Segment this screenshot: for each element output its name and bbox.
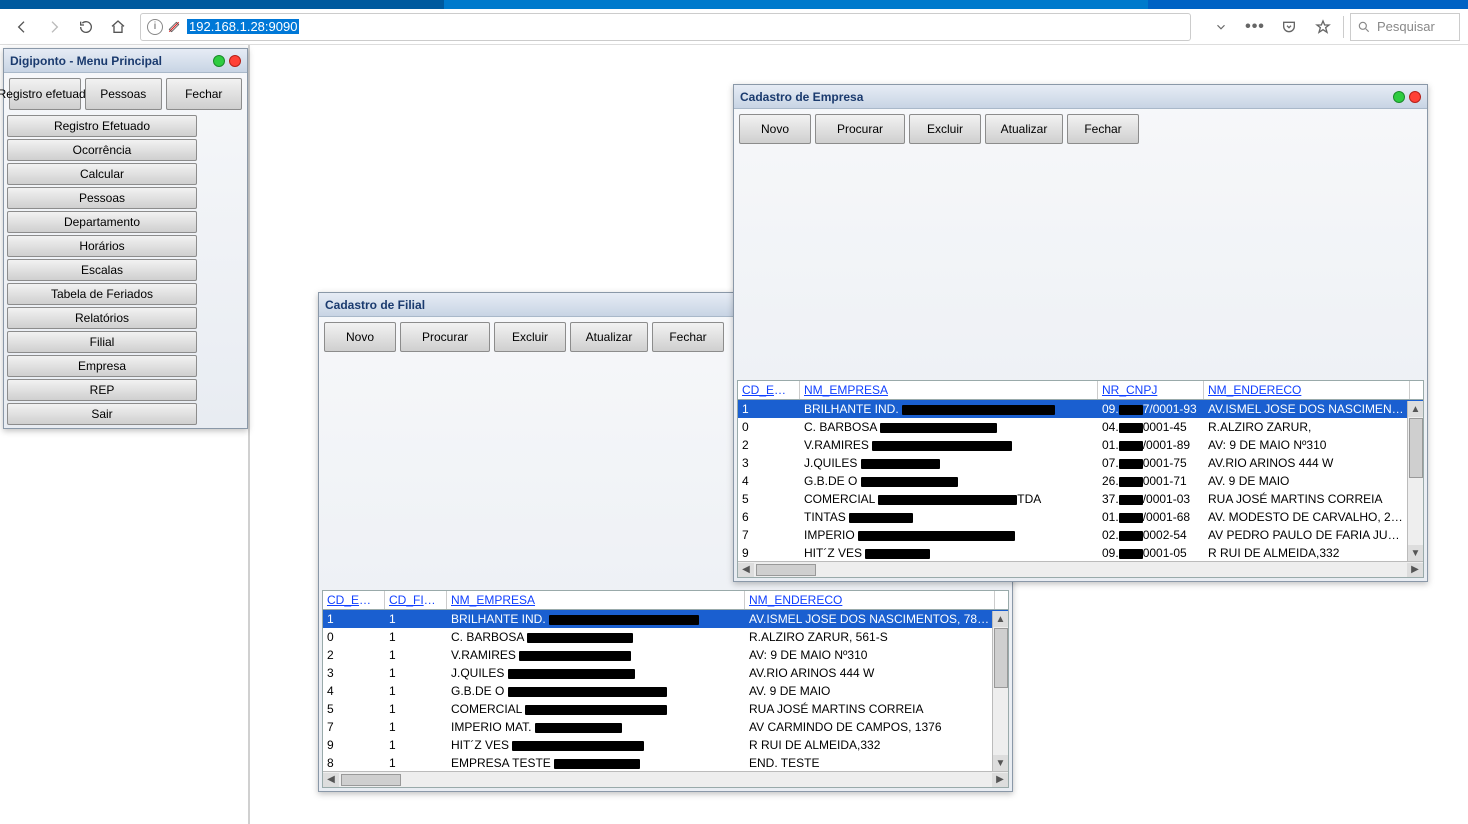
table-body: 1BRILHANTE IND. 09.7/0001-93AV.ISMEL JOS… (738, 400, 1423, 562)
table-row[interactable]: 51COMERCIAL RUA JOSÉ MARTINS CORREIA (323, 700, 1008, 718)
button-fechar[interactable]: Fechar (652, 322, 724, 352)
empresa-toolbar: Novo Procurar Excluir Atualizar Fechar (734, 109, 1427, 149)
window-empresa: Cadastro de Empresa Novo Procurar Exclui… (733, 84, 1428, 582)
table-row[interactable]: 0C. BARBOSA 04.0001-45R.ALZIRO ZARUR, (738, 418, 1423, 436)
button-fechar[interactable]: Fechar (1067, 114, 1139, 144)
browser-toolbar: i 192.168.1.28:9090 ••• Pesquisar (0, 9, 1468, 45)
filial-table[interactable]: CD_EMPRESA CD_FILIAL NM_EMPRESA NM_ENDER… (322, 590, 1009, 788)
col-nm-endereco[interactable]: NM_ENDERECO (745, 591, 995, 609)
table-row[interactable]: 01C. BARBOSA R.ALZIRO ZARUR, 561-S (323, 628, 1008, 646)
window-main-menu: Digiponto - Menu Principal Registro efet… (3, 48, 248, 429)
button-excluir[interactable]: Excluir (494, 322, 566, 352)
menu-tabela-feriados[interactable]: Tabela de Feriados (7, 283, 197, 305)
home-button[interactable] (104, 13, 132, 41)
table-row[interactable]: 1BRILHANTE IND. 09.7/0001-93AV.ISMEL JOS… (738, 400, 1423, 418)
button-excluir[interactable]: Excluir (909, 114, 981, 144)
scrollbar-v[interactable]: ▲▼ (992, 611, 1008, 771)
menu-empresa[interactable]: Empresa (7, 355, 197, 377)
minimize-icon[interactable] (1393, 91, 1405, 103)
col-nm-empresa[interactable]: NM_EMPRESA (447, 591, 745, 609)
button-procurar[interactable]: Procurar (815, 114, 905, 144)
minimize-icon[interactable] (213, 55, 225, 67)
more-icon[interactable]: ••• (1241, 13, 1269, 41)
table-row[interactable]: 2V.RAMIRES 01./0001-89AV: 9 DE MAIO Nº31… (738, 436, 1423, 454)
table-row[interactable]: 91HIT´Z VES R RUI DE ALMEIDA,332 (323, 736, 1008, 754)
tab-registro[interactable]: Registro efetuado (9, 78, 81, 110)
search-box[interactable]: Pesquisar (1350, 13, 1460, 41)
star-icon[interactable] (1309, 13, 1337, 41)
col-nm-empresa[interactable]: NM_EMPRESA (800, 381, 1098, 399)
close-icon[interactable] (1409, 91, 1421, 103)
close-icon[interactable] (229, 55, 241, 67)
search-placeholder: Pesquisar (1377, 19, 1435, 34)
toolbar-right: ••• Pesquisar (1207, 13, 1460, 41)
info-icon: i (147, 19, 163, 35)
tab-pessoas[interactable]: Pessoas (85, 78, 162, 110)
url-text: 192.168.1.28:9090 (187, 19, 299, 34)
empresa-table[interactable]: CD_EMPRESA NM_EMPRESA NR_CNPJ NM_ENDEREC… (737, 380, 1424, 578)
browser-accent (0, 0, 1468, 9)
button-atualizar[interactable]: Atualizar (985, 114, 1063, 144)
tab-fechar[interactable]: Fechar (166, 78, 243, 110)
table-row[interactable]: 71IMPERIO MAT. AV CARMINDO DE CAMPOS, 13… (323, 718, 1008, 736)
title-text: Cadastro de Filial (325, 298, 425, 312)
menu-departamento[interactable]: Departamento (7, 211, 197, 233)
forward-button[interactable] (40, 13, 68, 41)
table-header: CD_EMPRESA NM_EMPRESA NR_CNPJ NM_ENDEREC… (738, 381, 1423, 400)
col-cd-empresa[interactable]: CD_EMPRESA (323, 591, 385, 609)
menu-rep[interactable]: REP (7, 379, 197, 401)
button-novo[interactable]: Novo (739, 114, 811, 144)
content-area: Digiponto - Menu Principal Registro efet… (0, 45, 1468, 824)
col-nm-endereco[interactable]: NM_ENDERECO (1204, 381, 1410, 399)
table-row[interactable]: 3J.QUILES 07.0001-75AV.RIO ARINOS 444 W (738, 454, 1423, 472)
table-row[interactable]: 11BRILHANTE IND. AV.ISMEL JOSE DOS NASCI… (323, 610, 1008, 628)
pocket-icon[interactable] (1275, 13, 1303, 41)
menu-registro-efetuado[interactable]: Registro Efetuado (7, 115, 197, 137)
menu-pessoas[interactable]: Pessoas (7, 187, 197, 209)
title-text: Cadastro de Empresa (740, 90, 863, 104)
menu-horarios[interactable]: Horários (7, 235, 197, 257)
panel-divider (248, 45, 250, 824)
button-atualizar[interactable]: Atualizar (570, 322, 648, 352)
chevron-down-icon[interactable] (1207, 13, 1235, 41)
sidebar-menu: Registro Efetuado Ocorrência Calcular Pe… (4, 115, 247, 428)
window-title[interactable]: Cadastro de Empresa (734, 85, 1427, 109)
edit-block-icon (167, 20, 181, 34)
table-row[interactable]: 7IMPERIO 02.0002-54AV PEDRO PAULO DE FAR… (738, 526, 1423, 544)
table-row[interactable]: 41G.B.DE O AV. 9 DE MAIO (323, 682, 1008, 700)
table-row[interactable]: 4G.B.DE O 26.0001-71AV. 9 DE MAIO (738, 472, 1423, 490)
button-procurar[interactable]: Procurar (400, 322, 490, 352)
url-bar[interactable]: i 192.168.1.28:9090 (140, 13, 1191, 41)
back-button[interactable] (8, 13, 36, 41)
table-row[interactable]: 31J.QUILES AV.RIO ARINOS 444 W (323, 664, 1008, 682)
table-row[interactable]: 9HIT´Z VES 09.0001-05R RUI DE ALMEIDA,33… (738, 544, 1423, 562)
scrollbar-h[interactable]: ◀▶ (323, 771, 1008, 787)
col-cd-filial[interactable]: CD_FILIAL (385, 591, 447, 609)
main-tabs: Registro efetuado Pessoas Fechar (4, 73, 247, 115)
table-row[interactable]: 21V.RAMIRES AV: 9 DE MAIO Nº310 (323, 646, 1008, 664)
table-row[interactable]: 81EMPRESA TESTE END. TESTE (323, 754, 1008, 772)
col-nr-cnpj[interactable]: NR_CNPJ (1098, 381, 1204, 399)
table-row[interactable]: 6TINTAS 01./0001-68AV. MODESTO DE CARVAL… (738, 508, 1423, 526)
reload-button[interactable] (72, 13, 100, 41)
menu-escalas[interactable]: Escalas (7, 259, 197, 281)
title-text: Digiponto - Menu Principal (10, 54, 162, 68)
menu-relatorios[interactable]: Relatórios (7, 307, 197, 329)
menu-sair[interactable]: Sair (7, 403, 197, 425)
button-novo[interactable]: Novo (324, 322, 396, 352)
col-cd-empresa[interactable]: CD_EMPRESA (738, 381, 800, 399)
scrollbar-h[interactable]: ◀▶ (738, 561, 1423, 577)
menu-filial[interactable]: Filial (7, 331, 197, 353)
table-header: CD_EMPRESA CD_FILIAL NM_EMPRESA NM_ENDER… (323, 591, 1008, 610)
table-row[interactable]: 5COMERCIAL TDA37./0001-03RUA JOSÉ MARTIN… (738, 490, 1423, 508)
menu-ocorrencia[interactable]: Ocorrência (7, 139, 197, 161)
table-body: 11BRILHANTE IND. AV.ISMEL JOSE DOS NASCI… (323, 610, 1008, 772)
scrollbar-v[interactable]: ▲▼ (1407, 401, 1423, 561)
window-title[interactable]: Digiponto - Menu Principal (4, 49, 247, 73)
menu-calcular[interactable]: Calcular (7, 163, 197, 185)
